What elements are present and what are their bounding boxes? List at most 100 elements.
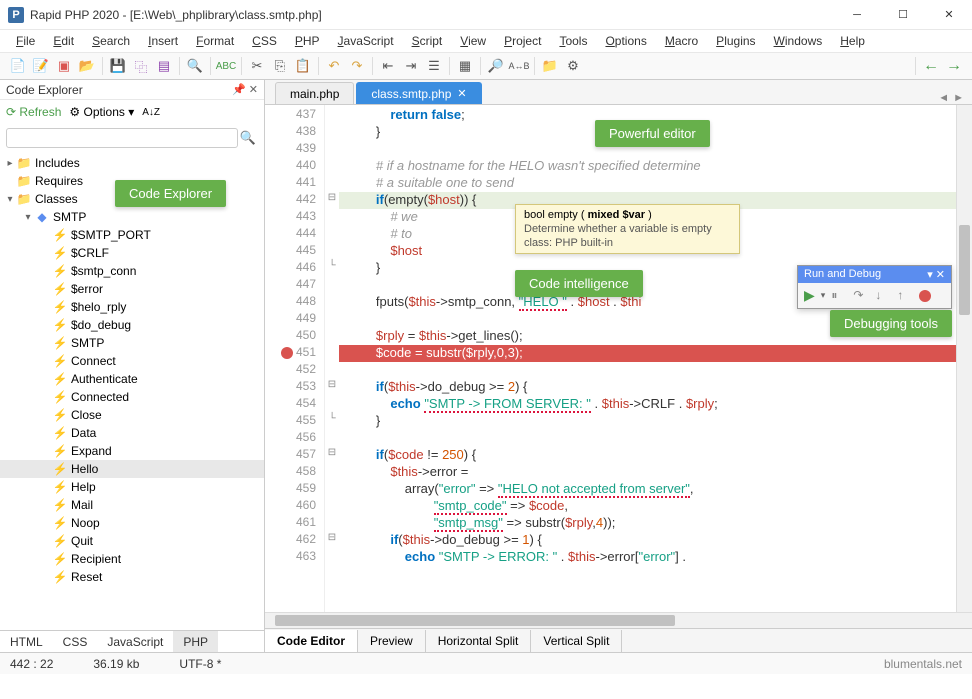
vertical-scrollbar[interactable] xyxy=(956,105,972,612)
menu-plugins[interactable]: Plugins xyxy=(708,32,763,50)
menu-css[interactable]: CSS xyxy=(244,32,285,50)
menu-script[interactable]: Script xyxy=(404,32,451,50)
tree-item-close[interactable]: ⚡Close xyxy=(0,406,264,424)
lang-tab-html[interactable]: HTML xyxy=(0,631,53,652)
minimize-button[interactable]: ─ xyxy=(834,0,880,30)
menu-php[interactable]: PHP xyxy=(287,32,328,50)
explorer-search-input[interactable] xyxy=(6,128,238,148)
tab-prev-icon[interactable]: ◄ xyxy=(938,92,949,104)
tree-item-hello[interactable]: ⚡Hello xyxy=(0,460,264,478)
menu-insert[interactable]: Insert xyxy=(140,32,186,50)
replace-icon[interactable]: A↔B xyxy=(509,56,529,76)
tree-item-includes[interactable]: ▸📁Includes xyxy=(0,154,264,172)
back-icon[interactable]: ← xyxy=(921,56,941,76)
view-tab-horizontal-split[interactable]: Horizontal Split xyxy=(426,630,532,652)
tree-item-connect[interactable]: ⚡Connect xyxy=(0,352,264,370)
paste-icon[interactable]: 📋 xyxy=(293,56,313,76)
spellcheck-icon[interactable]: ABC xyxy=(216,56,236,76)
editor-tab[interactable]: class.smtp.php✕ xyxy=(356,82,481,104)
code-editor[interactable]: 4374384394404414424434444454464474484494… xyxy=(265,104,972,612)
new-html-icon[interactable]: ▣ xyxy=(54,56,74,76)
indent-icon[interactable]: ⇥ xyxy=(401,56,421,76)
menu-search[interactable]: Search xyxy=(84,32,138,50)
code-explorer-panel: Code Explorer 📌 ✕ ⟳ Refresh ⚙ Options ▾ … xyxy=(0,80,265,652)
tree-item-dodebug[interactable]: ⚡$do_debug xyxy=(0,316,264,334)
tree-item-help[interactable]: ⚡Help xyxy=(0,478,264,496)
step-into-icon[interactable]: ↓ xyxy=(875,288,891,304)
tree-item-mail[interactable]: ⚡Mail xyxy=(0,496,264,514)
pause-icon[interactable]: ⏸ xyxy=(831,288,847,304)
cut-icon[interactable]: ✂ xyxy=(247,56,267,76)
tab-next-icon[interactable]: ► xyxy=(953,92,964,104)
outdent-icon[interactable]: ⇤ xyxy=(378,56,398,76)
menu-options[interactable]: Options xyxy=(597,32,654,50)
step-out-icon[interactable]: ↑ xyxy=(897,288,913,304)
save-icon[interactable]: 💾 xyxy=(108,56,128,76)
tree-item-crlf[interactable]: ⚡$CRLF xyxy=(0,244,264,262)
tree-item-authenticate[interactable]: ⚡Authenticate xyxy=(0,370,264,388)
tree-item-smtp[interactable]: ▾◆SMTP xyxy=(0,208,264,226)
maximize-button[interactable]: ☐ xyxy=(880,0,926,30)
tree-item-noop[interactable]: ⚡Noop xyxy=(0,514,264,532)
encoding: UTF-8 * xyxy=(179,657,221,671)
tree-item-smtpconn[interactable]: ⚡$smtp_conn xyxy=(0,262,264,280)
view-tab-preview[interactable]: Preview xyxy=(358,630,426,652)
copy-icon[interactable]: ⎘ xyxy=(270,56,290,76)
options-button[interactable]: ⚙ Options ▾ xyxy=(69,105,134,119)
refresh-button[interactable]: ⟳ Refresh xyxy=(6,105,61,119)
tree-item-reset[interactable]: ⚡Reset xyxy=(0,568,264,586)
open-icon[interactable]: 📂 xyxy=(77,56,97,76)
save-as-icon[interactable]: ▤ xyxy=(154,56,174,76)
menu-view[interactable]: View xyxy=(452,32,494,50)
lang-tab-javascript[interactable]: JavaScript xyxy=(97,631,173,652)
tree-item-helorply[interactable]: ⚡$helo_rply xyxy=(0,298,264,316)
menu-windows[interactable]: Windows xyxy=(766,32,831,50)
undo-icon[interactable]: ↶ xyxy=(324,56,344,76)
debug-panel[interactable]: Run and Debug▾ ✕ ▶▾ ⏸ ↷ ↓ ↑ xyxy=(797,265,952,309)
new-script-icon[interactable]: 📝 xyxy=(31,56,51,76)
lang-tab-css[interactable]: CSS xyxy=(53,631,98,652)
app-icon: P xyxy=(8,7,24,23)
search-icon[interactable]: 🔍 xyxy=(185,56,205,76)
save-all-icon[interactable]: ⿻ xyxy=(131,56,151,76)
menu-edit[interactable]: Edit xyxy=(45,32,82,50)
close-button[interactable]: ✕ xyxy=(926,0,972,30)
status-bar: 442 : 22 36.19 kb UTF-8 * blumentals.net xyxy=(0,652,972,674)
tree-item-error[interactable]: ⚡$error xyxy=(0,280,264,298)
pin-icon[interactable]: 📌 ✕ xyxy=(232,83,258,96)
editor-tab[interactable]: main.php xyxy=(275,82,354,104)
tree-item-smtp[interactable]: ⚡SMTP xyxy=(0,334,264,352)
menu-format[interactable]: Format xyxy=(188,32,242,50)
view-tab-vertical-split[interactable]: Vertical Split xyxy=(531,630,622,652)
menu-help[interactable]: Help xyxy=(832,32,873,50)
tree-item-expand[interactable]: ⚡Expand xyxy=(0,442,264,460)
tree-item-recipient[interactable]: ⚡Recipient xyxy=(0,550,264,568)
new-file-icon[interactable]: 📄 xyxy=(8,56,28,76)
find-icon[interactable]: 🔎 xyxy=(486,56,506,76)
menu-project[interactable]: Project xyxy=(496,32,549,50)
step-over-icon[interactable]: ↷ xyxy=(853,288,869,304)
record-icon[interactable] xyxy=(919,290,931,302)
lang-tab-php[interactable]: PHP xyxy=(173,631,218,652)
menu-javascript[interactable]: JavaScript xyxy=(330,32,402,50)
tree-item-smtpport[interactable]: ⚡$SMTP_PORT xyxy=(0,226,264,244)
format-icon[interactable]: ▦ xyxy=(455,56,475,76)
tree-item-quit[interactable]: ⚡Quit xyxy=(0,532,264,550)
view-tab-code-editor[interactable]: Code Editor xyxy=(265,630,358,652)
menu-macro[interactable]: Macro xyxy=(657,32,706,50)
menu-file[interactable]: File xyxy=(8,32,43,50)
tools-icon[interactable]: ⚙ xyxy=(563,56,583,76)
project-icon[interactable]: 📁 xyxy=(540,56,560,76)
tree-item-connected[interactable]: ⚡Connected xyxy=(0,388,264,406)
tree-item-data[interactable]: ⚡Data xyxy=(0,424,264,442)
window-title: Rapid PHP 2020 - [E:\Web\_phplibrary\cla… xyxy=(30,8,322,22)
search-icon[interactable]: 🔍 xyxy=(238,128,258,148)
toggle-icon[interactable]: ☰ xyxy=(424,56,444,76)
forward-icon[interactable]: → xyxy=(944,56,964,76)
menu-tools[interactable]: Tools xyxy=(551,32,595,50)
sort-button[interactable]: A↓Z xyxy=(142,107,160,118)
callout-intel: Code intelligence xyxy=(515,270,643,297)
horizontal-scrollbar[interactable] xyxy=(265,612,972,628)
run-icon[interactable]: ▶ xyxy=(804,287,815,304)
redo-icon[interactable]: ↷ xyxy=(347,56,367,76)
